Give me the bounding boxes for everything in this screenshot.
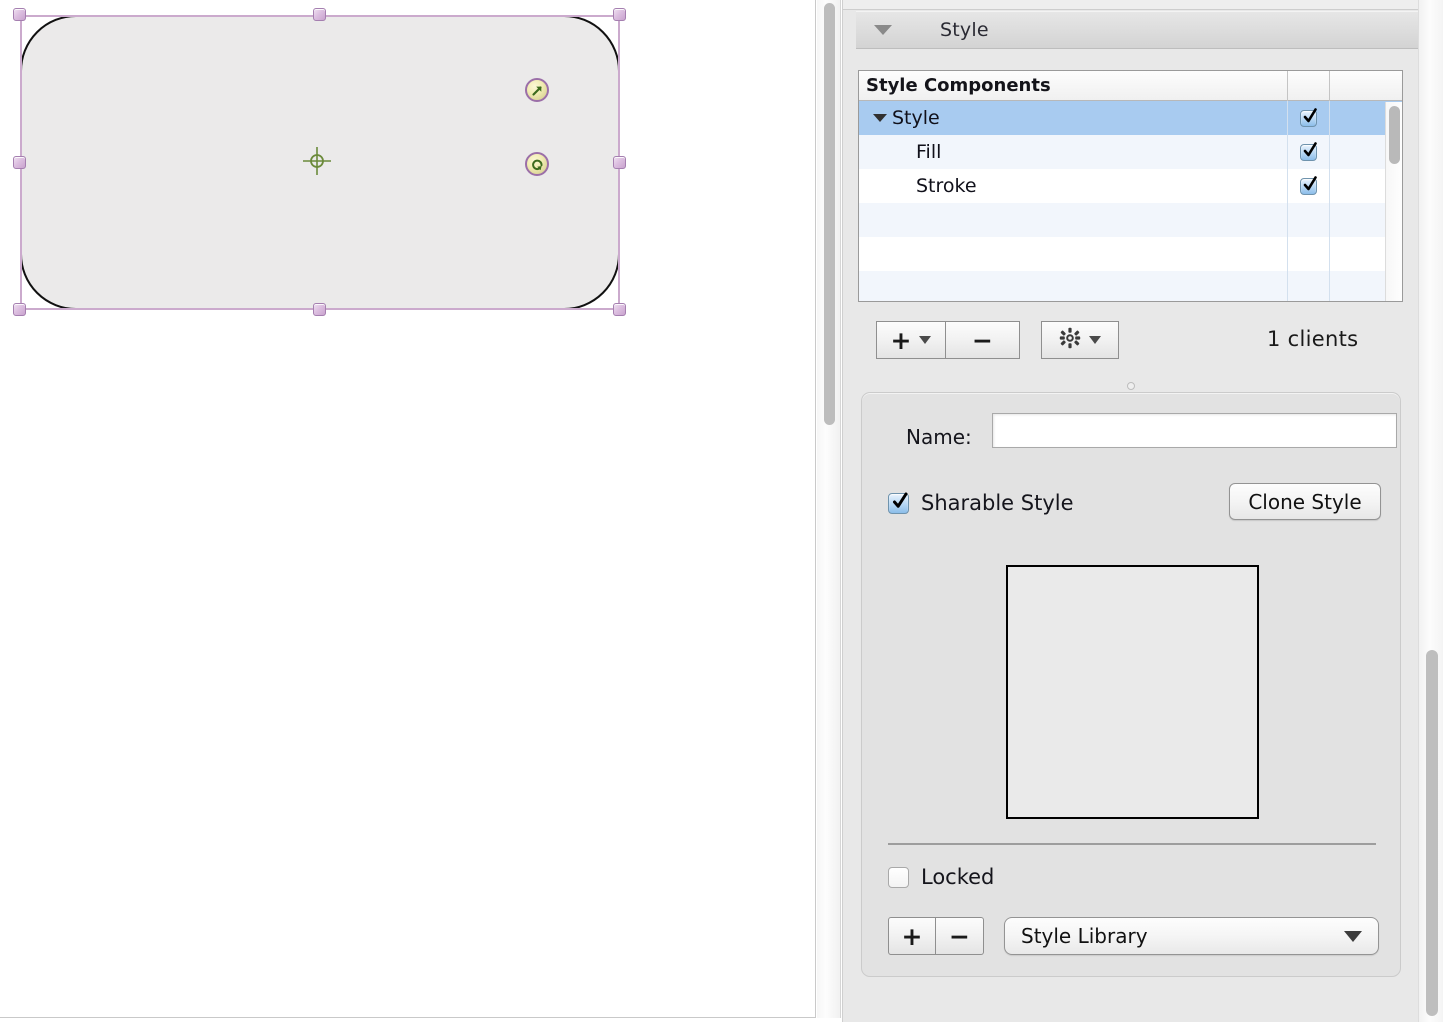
sharable-style-label: Sharable Style xyxy=(921,491,1074,515)
name-input[interactable] xyxy=(992,413,1397,448)
component-add-remove-group: + − xyxy=(876,321,1020,359)
sharable-style-checkbox[interactable] xyxy=(888,492,909,516)
style-preview-swatch[interactable] xyxy=(1006,565,1259,819)
row-column-divider-2 xyxy=(1329,101,1330,135)
row-column-divider-2 xyxy=(1329,237,1330,271)
clone-style-button[interactable]: Clone Style xyxy=(1229,483,1381,520)
row-checkbox[interactable] xyxy=(1299,141,1318,164)
component-action-group xyxy=(1041,321,1119,359)
row-column-divider-1 xyxy=(1287,203,1288,237)
library-add-label: + xyxy=(901,921,923,951)
chevron-down-icon[interactable] xyxy=(1344,930,1362,942)
rotate-badge[interactable] xyxy=(525,152,549,176)
check-icon xyxy=(891,492,909,516)
header-column-divider-2 xyxy=(1329,71,1330,101)
style-inspector-panel: Style Style Components Style Fill Stroke… xyxy=(842,0,1419,1022)
list-scrollbar-thumb[interactable] xyxy=(1389,106,1400,164)
style-library-dropdown[interactable]: Style Library xyxy=(1004,917,1379,955)
row-column-divider-1 xyxy=(1287,237,1288,271)
selected-shape[interactable] xyxy=(13,8,626,316)
action-menu-button[interactable] xyxy=(1041,321,1119,359)
row-column-divider-2 xyxy=(1329,169,1330,203)
library-remove-label: − xyxy=(949,921,970,951)
check-icon xyxy=(1302,175,1318,198)
center-crosshair-icon xyxy=(303,147,331,175)
table-row[interactable]: Fill xyxy=(859,135,1402,169)
resize-handle-bottom-left[interactable] xyxy=(13,303,26,316)
library-remove-button[interactable]: − xyxy=(936,917,984,955)
resize-handle-top-left[interactable] xyxy=(13,8,26,21)
locked-checkbox[interactable] xyxy=(888,866,909,888)
check-icon xyxy=(1302,107,1318,130)
canvas-scrollbar-thumb[interactable] xyxy=(824,3,835,425)
library-add-button[interactable]: + xyxy=(888,917,936,955)
canvas-vertical-scrollbar[interactable] xyxy=(817,0,841,1018)
list-vertical-scrollbar[interactable] xyxy=(1385,102,1402,301)
table-row-empty[interactable] xyxy=(859,271,1402,301)
remove-component-label: − xyxy=(972,325,993,355)
row-column-divider-2 xyxy=(1329,271,1330,301)
sharable-style-row[interactable]: Sharable Style xyxy=(888,491,1074,515)
style-components-list-header: Style Components xyxy=(859,71,1402,101)
resize-handle-bottom-right[interactable] xyxy=(613,303,626,316)
panel-resize-grip[interactable] xyxy=(1127,382,1135,390)
table-row-empty[interactable] xyxy=(859,203,1402,237)
rotate-arrow-icon xyxy=(531,159,542,170)
library-add-remove-group: + − xyxy=(888,917,984,955)
add-component-label: + xyxy=(890,325,912,355)
inspector-scrollbar-thumb[interactable] xyxy=(1426,650,1438,1016)
table-row[interactable]: Style xyxy=(859,101,1402,135)
section-title: Style xyxy=(940,19,989,41)
row-column-divider-2 xyxy=(1329,203,1330,237)
row-label: Stroke xyxy=(916,175,977,197)
row-checkbox-cell[interactable] xyxy=(1287,141,1329,164)
row-checkbox-cell[interactable] xyxy=(1287,175,1329,198)
locked-label: Locked xyxy=(921,865,995,889)
row-checkbox[interactable] xyxy=(1299,107,1318,130)
diagonal-arrow-icon xyxy=(531,85,542,96)
name-field-label: Name: xyxy=(906,425,972,449)
chevron-down-icon[interactable] xyxy=(874,25,892,35)
column-header-style-components: Style Components xyxy=(866,75,1051,96)
panel-top-separator xyxy=(843,0,1419,10)
drawing-canvas[interactable] xyxy=(0,0,816,1018)
check-icon xyxy=(1302,141,1318,164)
resize-arrow-badge[interactable] xyxy=(525,78,549,102)
chevron-down-icon[interactable] xyxy=(919,336,932,344)
row-disclosure-icon[interactable] xyxy=(873,114,887,122)
resize-handle-top-right[interactable] xyxy=(613,8,626,21)
inspector-vertical-scrollbar[interactable] xyxy=(1418,0,1443,1022)
clone-style-label: Clone Style xyxy=(1248,489,1362,514)
resize-handle-bottom-center[interactable] xyxy=(313,303,326,316)
row-column-divider-1 xyxy=(1287,271,1288,301)
header-column-divider-1 xyxy=(1287,71,1288,101)
resize-handle-top-center[interactable] xyxy=(313,8,326,21)
table-row-empty[interactable] xyxy=(859,237,1402,271)
resize-handle-middle-left[interactable] xyxy=(13,156,26,169)
style-section-header[interactable]: Style xyxy=(856,11,1419,49)
chevron-down-icon[interactable] xyxy=(1089,336,1101,344)
card-divider xyxy=(888,843,1376,845)
row-checkbox-cell[interactable] xyxy=(1287,107,1329,130)
row-label: Style xyxy=(892,107,940,129)
resize-handle-middle-right[interactable] xyxy=(613,156,626,169)
add-component-button[interactable]: + xyxy=(876,321,946,359)
clients-count-label: 1 clients xyxy=(1267,327,1359,351)
style-detail-card: Name: Sharable Style Clone Style Locked xyxy=(861,392,1401,977)
locked-row[interactable]: Locked xyxy=(888,865,994,889)
style-components-list[interactable]: Style Components Style Fill Stroke xyxy=(858,70,1403,302)
row-checkbox[interactable] xyxy=(1299,175,1318,198)
row-label: Fill xyxy=(916,141,942,163)
table-row[interactable]: Stroke xyxy=(859,169,1402,203)
remove-component-button[interactable]: − xyxy=(946,321,1020,359)
style-components-list-body: Style Fill Stroke xyxy=(859,101,1402,301)
style-library-selected-value: Style Library xyxy=(1021,924,1148,948)
row-column-divider-2 xyxy=(1329,135,1330,169)
gear-icon xyxy=(1059,327,1081,354)
